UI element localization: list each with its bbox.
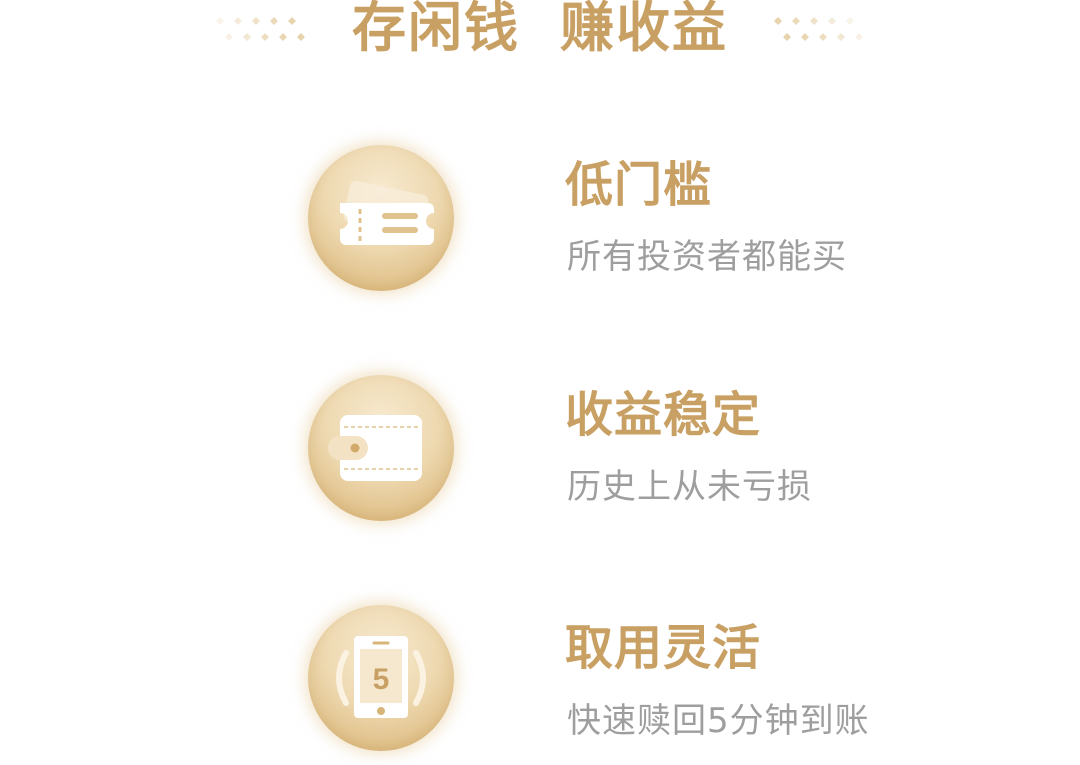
- title-part-1: 存闲钱: [352, 0, 520, 59]
- phone-icon-number: 5: [373, 663, 390, 696]
- wallet-icon: [328, 415, 422, 481]
- phone-icon: 5: [336, 636, 426, 718]
- ticket-icon: [340, 180, 434, 245]
- feature-description: 所有投资者都能买: [567, 237, 847, 277]
- feature-item-stable-income: 收益稳定 历史上从未亏损: [0, 375, 1080, 535]
- wallet-icon-badge: [308, 375, 454, 521]
- feature-item-flexible-withdrawal: 5 取用灵活 快速赎回5分钟到账: [0, 605, 1080, 765]
- ticket-icon-badge: [308, 145, 454, 291]
- feature-item-low-threshold: 低门槛 所有投资者都能买: [0, 145, 1080, 305]
- feature-title: 收益稳定: [565, 387, 762, 443]
- feature-title: 取用灵活: [565, 620, 762, 676]
- feature-title: 低门槛: [565, 157, 713, 213]
- phone-icon-badge: 5: [308, 605, 454, 751]
- feature-description: 快速赎回5分钟到账: [567, 701, 870, 741]
- feature-description: 历史上从未亏损: [567, 467, 812, 507]
- page-title: 存闲钱 赚收益: [352, 0, 728, 56]
- diamond-pattern-left-icon: [216, 17, 305, 41]
- title-part-2: 赚收益: [560, 0, 728, 59]
- diamond-pattern-right-icon: [774, 17, 863, 41]
- header: 存闲钱 赚收益: [0, 0, 1080, 60]
